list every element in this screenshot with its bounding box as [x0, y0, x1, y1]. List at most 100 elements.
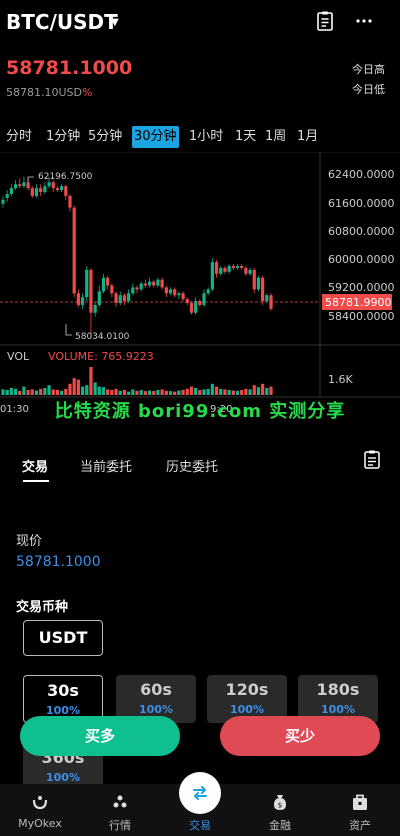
volume-bar [89, 367, 93, 395]
candle-body [206, 289, 210, 294]
candle-body [147, 281, 152, 286]
candle-body [156, 279, 160, 286]
pair-title[interactable]: BTC/USDT [6, 10, 118, 34]
nav-label: 资产 [349, 819, 371, 832]
tf-1week[interactable]: 1周 [265, 126, 286, 148]
volume-bar [244, 388, 248, 395]
candle-body [5, 193, 9, 198]
volume-bar [18, 390, 22, 395]
volume-bar [164, 390, 168, 395]
volume-bar [34, 390, 39, 395]
nav-label: 行情 [109, 819, 131, 832]
volume-bar [160, 389, 164, 395]
order-records-icon[interactable] [363, 450, 381, 470]
candle-body [76, 293, 80, 305]
tf-5min[interactable]: 5分钟 [88, 126, 122, 148]
candle-body [122, 295, 127, 302]
candle-body [68, 195, 72, 208]
candle-body [181, 293, 185, 300]
volume-bar [64, 388, 68, 395]
max-annotation: 62196.7500 [38, 172, 93, 182]
candle-body [139, 283, 143, 290]
swap-icon [193, 786, 207, 800]
nav-assets[interactable]: 资产 [320, 784, 400, 836]
nav-myokex[interactable]: MyOkex [0, 784, 80, 836]
candle-body [152, 281, 156, 286]
trade-center-button[interactable] [179, 772, 221, 814]
tf-1month[interactable]: 1月 [297, 126, 318, 148]
volume-bar [9, 388, 13, 395]
volume-bar [43, 388, 47, 395]
candle-body [185, 299, 189, 304]
vol-label: VOL [7, 350, 30, 363]
volume-bar [60, 390, 64, 395]
buy-long-button[interactable]: 买多 [20, 716, 180, 756]
volume-bar [156, 389, 160, 395]
currency-usdt-button[interactable]: USDT [23, 620, 103, 656]
tf-timeshare[interactable]: 分时 [6, 126, 32, 148]
candle-body [22, 182, 26, 187]
volume-bar [97, 386, 101, 395]
candle-body [127, 293, 131, 302]
tf-1hour[interactable]: 1小时 [189, 126, 223, 148]
volume-bar [210, 383, 214, 395]
volume-bar [51, 389, 55, 395]
volume-bar [80, 386, 85, 395]
candle-body [114, 293, 118, 304]
volume-bar [143, 391, 147, 395]
tf-30min[interactable]: 30分钟 [132, 126, 179, 148]
duration-time: 180s [316, 680, 360, 699]
y-tick-label: 59200.0000 [328, 281, 394, 294]
tab-history-orders[interactable]: 历史委托 [166, 456, 218, 475]
tab-current-orders[interactable]: 当前委托 [80, 456, 132, 475]
candle-body [72, 207, 76, 294]
candle-body [210, 262, 214, 290]
volume-bar [252, 385, 256, 395]
min-annotation: 58034.0100 [75, 332, 130, 342]
volume-bar [118, 390, 122, 395]
candlestick-chart[interactable]: 62400.0000 61600.0000 60800.0000 60000.0000… [0, 152, 400, 422]
volume-tick: 1.6K [328, 373, 353, 386]
more-icon[interactable] [353, 10, 375, 32]
tf-1day[interactable]: 1天 [235, 126, 256, 148]
nav-finance[interactable]: $ 金融 [240, 784, 320, 836]
duration-time: 120s [225, 680, 269, 699]
duration-pct: 100% [230, 703, 264, 716]
volume-bar [1, 389, 5, 395]
caret-down-icon[interactable]: ▼ [111, 17, 119, 28]
volume-bar [198, 389, 202, 395]
svg-text:$: $ [278, 802, 282, 810]
market-icon [113, 795, 127, 808]
volume-bar [189, 386, 194, 395]
price-change-pct: % [82, 86, 93, 99]
volume-bar [206, 388, 210, 395]
tf-1min[interactable]: 1分钟 [46, 126, 80, 148]
volume-bar [269, 386, 273, 395]
candle-body [55, 188, 60, 191]
volume-bar [13, 388, 18, 395]
volume-bar [135, 390, 139, 395]
candle-body [64, 186, 68, 196]
volume-bar [131, 389, 135, 395]
current-price-tag: 58781.9900 [325, 296, 391, 309]
volume-bar [214, 386, 219, 395]
volume-bars [1, 367, 273, 395]
duration-pct: 100% [139, 703, 173, 716]
volume-bar [47, 385, 51, 395]
tab-trade[interactable]: 交易 [22, 456, 48, 475]
candle-body [261, 277, 265, 302]
volume-bar [30, 389, 34, 395]
watermark-text: 比特资源 bori99.com 实测分享 [54, 401, 346, 422]
volume-bar [202, 389, 206, 395]
volume-bar [194, 388, 198, 395]
orders-icon[interactable] [314, 10, 336, 32]
buy-short-button[interactable]: 买少 [220, 716, 380, 756]
candle-body [248, 269, 252, 274]
volume-bar [122, 389, 127, 395]
candle-body [231, 266, 235, 268]
volume-bar [39, 388, 43, 395]
candle-body [89, 269, 93, 313]
volume-bar [219, 388, 223, 395]
nav-market[interactable]: 行情 [80, 784, 160, 836]
logo-icon [32, 796, 48, 810]
